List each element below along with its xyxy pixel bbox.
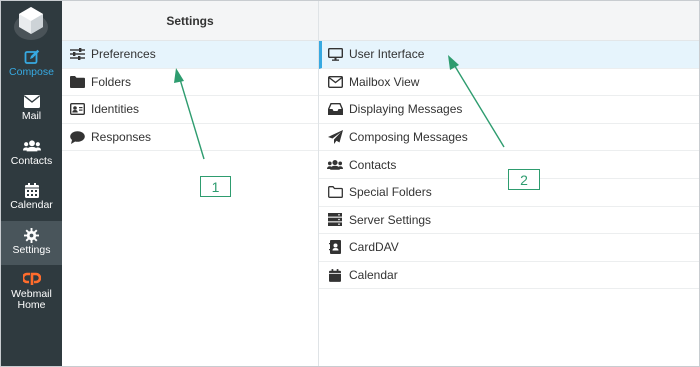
pref-item-composing-messages[interactable]: Composing Messages — [319, 124, 699, 152]
contacts-icon — [22, 138, 41, 154]
pref-item-label: CardDAV — [349, 240, 399, 255]
pref-item-mailbox-view[interactable]: Mailbox View — [319, 69, 699, 97]
folder-outline-icon — [327, 185, 343, 199]
settings-title: Settings — [62, 1, 318, 41]
settings-panel: Settings Preferences Folders Identities … — [62, 1, 319, 366]
pref-item-label: Composing Messages — [349, 130, 468, 145]
settings-item-identities[interactable]: Identities — [62, 96, 318, 124]
pref-item-carddav[interactable]: CardDAV — [319, 234, 699, 262]
sliders-icon — [69, 47, 85, 61]
mail-icon — [23, 93, 41, 109]
gear-icon — [23, 227, 41, 243]
settings-item-responses[interactable]: Responses — [62, 124, 318, 152]
nav-webmail-home[interactable]: Webmail Home — [1, 271, 62, 315]
nav-webmail-home-label: Webmail Home — [11, 288, 52, 311]
pref-item-label: Displaying Messages — [349, 102, 463, 117]
nav-settings-label: Settings — [12, 244, 51, 256]
calendar-icon — [23, 182, 41, 198]
nav-mail[interactable]: Mail — [1, 93, 62, 131]
comment-icon — [69, 130, 85, 144]
settings-item-label: Preferences — [91, 47, 156, 62]
nav-compose-label: Compose — [9, 66, 54, 78]
pref-item-label: Special Folders — [349, 185, 432, 200]
nav-contacts[interactable]: Contacts — [1, 138, 62, 176]
pref-item-displaying-messages[interactable]: Displaying Messages — [319, 96, 699, 124]
pref-item-label: Server Settings — [349, 212, 432, 227]
settings-item-label: Folders — [91, 74, 132, 89]
annotation-label-2: 2 — [508, 169, 540, 190]
nav-mail-label: Mail — [21, 110, 42, 122]
pref-item-calendar[interactable]: Calendar — [319, 262, 699, 290]
calendar-icon — [327, 268, 343, 282]
app-window: Compose Mail Contacts Calendar Settings … — [0, 0, 700, 367]
roundcube-logo-icon[interactable] — [7, 3, 55, 41]
annotation-label-1: 1 — [200, 176, 231, 197]
paper-plane-icon — [327, 130, 343, 145]
server-icon — [327, 213, 343, 227]
envelope-outline-icon — [327, 75, 343, 89]
nav-contacts-label: Contacts — [10, 155, 53, 167]
pref-item-server-settings[interactable]: Server Settings — [319, 207, 699, 235]
nav-rail: Compose Mail Contacts Calendar Settings … — [1, 1, 62, 366]
id-card-icon — [69, 102, 85, 116]
nav-calendar-label: Calendar — [10, 199, 53, 211]
pref-item-label: User Interface — [349, 47, 425, 62]
folder-icon — [69, 75, 85, 89]
cpanel-icon — [22, 271, 41, 287]
nav-compose[interactable]: Compose — [1, 49, 62, 87]
settings-item-label: Responses — [91, 130, 152, 145]
compose-icon — [23, 49, 41, 65]
inbox-icon — [327, 102, 343, 116]
settings-item-label: Identities — [91, 102, 140, 117]
settings-item-folders[interactable]: Folders — [62, 69, 318, 97]
settings-item-preferences[interactable]: Preferences — [62, 41, 318, 69]
pref-item-label: Contacts — [349, 157, 397, 172]
address-book-icon — [327, 240, 343, 255]
pref-item-label: Calendar — [349, 268, 398, 283]
pref-item-user-interface[interactable]: User Interface — [319, 41, 699, 69]
monitor-icon — [327, 47, 343, 61]
users-icon — [327, 158, 343, 172]
pref-item-label: Mailbox View — [349, 74, 420, 89]
nav-settings[interactable]: Settings — [1, 221, 62, 265]
nav-calendar[interactable]: Calendar — [1, 182, 62, 220]
preferences-header — [319, 1, 699, 41]
